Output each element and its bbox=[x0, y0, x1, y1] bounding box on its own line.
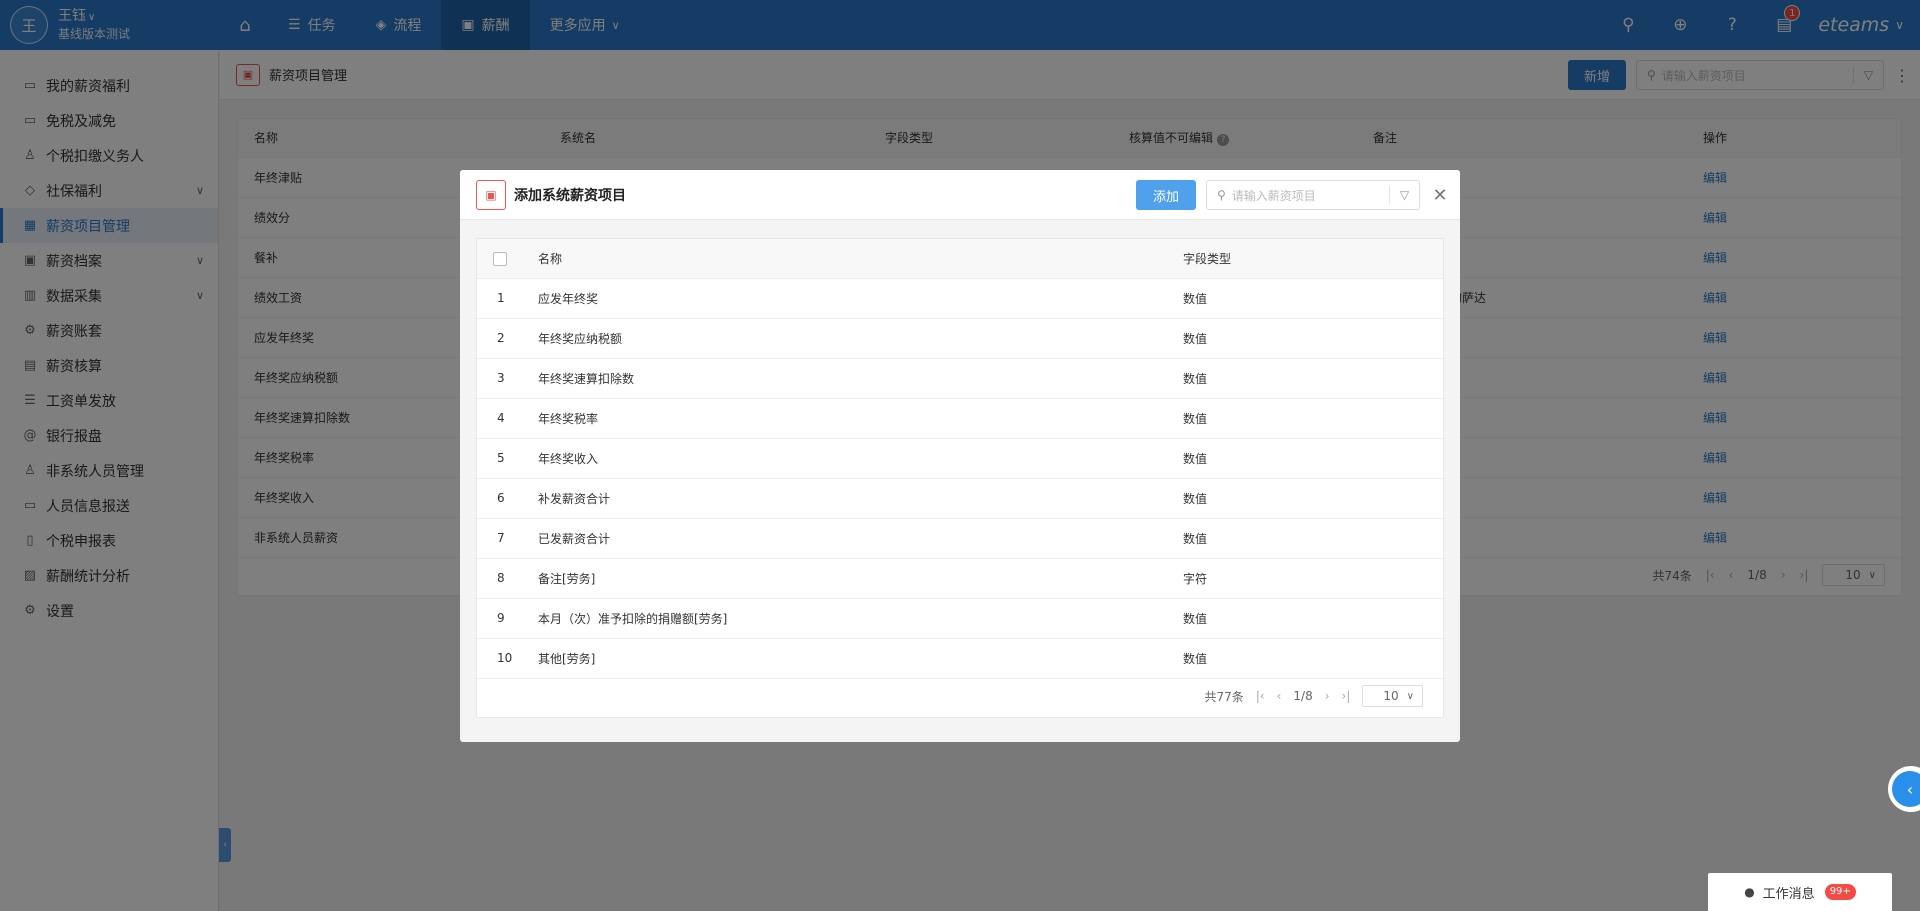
row-index: 3 bbox=[477, 358, 538, 399]
search-input[interactable]: 请输入薪资项目 bbox=[1232, 187, 1389, 204]
message-count-badge: 99+ bbox=[1824, 884, 1856, 900]
row-index: 6 bbox=[477, 478, 538, 519]
row-name: 年终奖应纳税额 bbox=[538, 318, 1183, 359]
work-messages-bar[interactable]: ● 工作消息 99+ bbox=[1708, 873, 1892, 911]
work-messages-label: 工作消息 bbox=[1762, 886, 1815, 902]
dialog-pagination: 共77条 |‹ ‹ 1/8 › ›| 10 ∨ bbox=[1192, 685, 1423, 707]
filter-icon[interactable]: ▽ bbox=[1389, 186, 1419, 204]
row-field-type: 数值 bbox=[1183, 518, 1443, 559]
row-index: 2 bbox=[477, 318, 538, 359]
chevron-left-icon: ‹ bbox=[1892, 771, 1920, 807]
row-index: 10 bbox=[477, 638, 538, 679]
close-icon[interactable]: ✕ bbox=[1420, 185, 1460, 206]
row-name: 年终奖收入 bbox=[538, 438, 1183, 479]
row-field-type: 数值 bbox=[1183, 438, 1443, 479]
select-all-cell bbox=[477, 239, 538, 279]
add-system-salary-item-dialog: ▣ 添加系统薪资项目 添加 ⚲ 请输入薪资项目 ▽ ✕ 名称 字段类型 1 应发年… bbox=[460, 170, 1460, 742]
chat-bubble-icon: ● bbox=[1744, 885, 1755, 899]
total-count: 共77条 bbox=[1204, 689, 1244, 704]
table-row[interactable]: 4 年终奖税率 数值 bbox=[477, 398, 1443, 439]
select-all-checkbox[interactable] bbox=[493, 251, 507, 266]
page-indicator: 1/8 bbox=[1293, 689, 1313, 703]
table-row[interactable]: 5 年终奖收入 数值 bbox=[477, 438, 1443, 479]
prev-page-icon[interactable]: ‹ bbox=[1277, 689, 1282, 703]
row-index: 4 bbox=[477, 398, 538, 439]
row-index: 1 bbox=[477, 278, 538, 319]
table-row[interactable]: 2 年终奖应纳税额 数值 bbox=[477, 318, 1443, 359]
row-name: 其他[劳务] bbox=[538, 638, 1183, 679]
dialog-search[interactable]: ⚲ 请输入薪资项目 ▽ bbox=[1206, 180, 1420, 210]
table-row[interactable]: 8 备注[劳务] 字符 bbox=[477, 558, 1443, 599]
last-page-icon[interactable]: ›| bbox=[1342, 689, 1351, 703]
table-row[interactable]: 6 补发薪资合计 数值 bbox=[477, 478, 1443, 519]
row-name: 本月（次）准予扣除的捐赠额[劳务] bbox=[538, 598, 1183, 639]
dialog-table: 名称 字段类型 1 应发年终奖 数值 2 年终奖应纳税额 数值 3 年终奖速算扣除数 数值 … bbox=[476, 238, 1444, 718]
row-field-type: 数值 bbox=[1183, 318, 1443, 359]
row-index: 5 bbox=[477, 438, 538, 479]
row-field-type: 字符 bbox=[1183, 558, 1443, 599]
page-size-value: 10 bbox=[1383, 689, 1399, 703]
table-row[interactable]: 9 本月（次）准予扣除的捐赠额[劳务] 数值 bbox=[477, 598, 1443, 639]
table-row[interactable]: 7 已发薪资合计 数值 bbox=[477, 518, 1443, 559]
row-name: 补发薪资合计 bbox=[538, 478, 1183, 519]
add-button[interactable]: 添加 bbox=[1135, 180, 1196, 210]
row-name: 应发年终奖 bbox=[538, 278, 1183, 319]
search-icon: ⚲ bbox=[1217, 188, 1226, 202]
row-index: 8 bbox=[477, 558, 538, 599]
row-field-type: 数值 bbox=[1183, 398, 1443, 439]
column-header-field-type: 字段类型 bbox=[1183, 239, 1443, 279]
row-field-type: 数值 bbox=[1183, 598, 1443, 639]
money-icon: ▣ bbox=[476, 179, 506, 210]
table-row[interactable]: 1 应发年终奖 数值 bbox=[477, 278, 1443, 319]
first-page-icon[interactable]: |‹ bbox=[1256, 689, 1265, 703]
page-size-select[interactable]: 10 ∨ bbox=[1362, 685, 1423, 707]
column-header-name: 名称 bbox=[538, 239, 1183, 279]
chevron-down-icon: ∨ bbox=[1406, 690, 1414, 702]
dialog-title: 添加系统薪资项目 bbox=[514, 187, 626, 204]
table-row[interactable]: 3 年终奖速算扣除数 数值 bbox=[477, 358, 1443, 399]
table-row[interactable]: 10 其他[劳务] 数值 bbox=[477, 638, 1443, 679]
row-field-type: 数值 bbox=[1183, 278, 1443, 319]
row-field-type: 数值 bbox=[1183, 638, 1443, 679]
row-name: 年终奖速算扣除数 bbox=[538, 358, 1183, 399]
row-index: 9 bbox=[477, 598, 538, 639]
row-field-type: 数值 bbox=[1183, 478, 1443, 519]
row-index: 7 bbox=[477, 518, 538, 559]
row-name: 年终奖税率 bbox=[538, 398, 1183, 439]
next-page-icon[interactable]: › bbox=[1325, 689, 1330, 703]
row-name: 已发薪资合计 bbox=[538, 518, 1183, 559]
row-field-type: 数值 bbox=[1183, 358, 1443, 399]
row-name: 备注[劳务] bbox=[538, 558, 1183, 599]
